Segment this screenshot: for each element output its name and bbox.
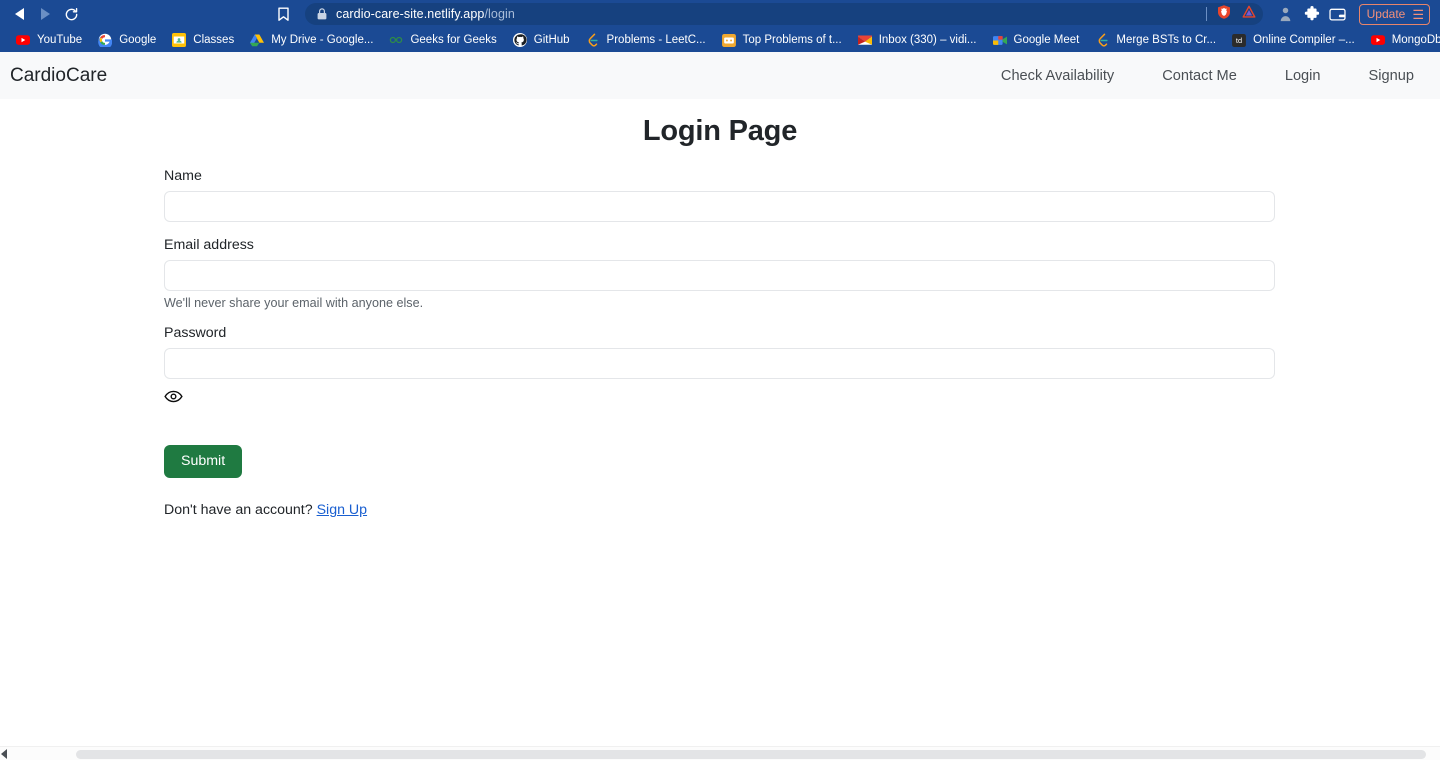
password-label: Password [164, 325, 227, 341]
browser-toolbar: cardio-care-site.netlify.app/login Updat… [0, 0, 1440, 28]
page-content: CardioCare Check Availability Contact Me… [0, 52, 1440, 760]
youtube-icon [1370, 33, 1385, 47]
url-domain: cardio-care-site.netlify.app [336, 7, 485, 21]
bookmark-label: My Drive - Google... [271, 34, 374, 46]
reload-button[interactable] [58, 2, 84, 26]
url-path: /login [484, 7, 515, 21]
leetcode-icon [586, 33, 600, 47]
bookmark-icon [277, 7, 289, 21]
signup-prompt: Don't have an account? Sign Up [164, 502, 1275, 518]
bookmark-label: Google Meet [1013, 34, 1080, 46]
email-label: Email address [164, 237, 254, 253]
leetcode-icon [1095, 33, 1109, 47]
bookmark-item[interactable]: YouTube [8, 30, 90, 50]
bookmark-label: Merge BSTs to Cr... [1116, 34, 1217, 46]
extensions-button[interactable] [1299, 2, 1325, 26]
url-bar[interactable]: cardio-care-site.netlify.app/login [305, 3, 1263, 25]
email-input[interactable] [164, 260, 1275, 291]
name-label: Name [164, 168, 202, 184]
url-text: cardio-care-site.netlify.app/login [336, 7, 515, 21]
submit-button[interactable]: Submit [164, 445, 243, 479]
bookmark-label: GitHub [533, 34, 570, 46]
bookmark-item[interactable]: Geeks for Geeks [381, 30, 504, 50]
update-button-label: Update [1366, 7, 1406, 21]
site-navbar: CardioCare Check Availability Contact Me… [0, 52, 1440, 99]
tutorialspoint-icon: td [1232, 33, 1247, 47]
name-field-group: Name [164, 168, 1275, 222]
bookmark-label: Online Compiler –... [1253, 34, 1355, 46]
geeksforgeeks-icon [389, 33, 403, 47]
brave-shields-lion-icon[interactable] [1216, 4, 1232, 25]
page-title: Login Page [642, 115, 798, 147]
forward-arrow-icon [40, 8, 50, 20]
bookmark-item[interactable]: Top Problems of t... [714, 30, 850, 50]
bookmark-item[interactable]: Google [90, 30, 164, 50]
youtube-icon [16, 33, 30, 47]
back-arrow-icon [14, 8, 24, 20]
horizontal-scrollbar[interactable] [0, 746, 1440, 760]
scroll-left-arrow-icon[interactable] [1, 749, 7, 759]
password-input[interactable] [164, 348, 1275, 379]
bookmark-label: Geeks for Geeks [410, 34, 497, 46]
urlbar-divider [1205, 7, 1207, 21]
name-input[interactable] [164, 191, 1275, 222]
horizontal-scrollbar-thumb[interactable] [76, 750, 1426, 759]
bookmark-item[interactable]: MongoDb Tutorial... [1363, 30, 1440, 50]
google-icon [98, 33, 113, 47]
toggle-password-visibility-button[interactable] [164, 388, 184, 404]
brave-wallet-icon [1329, 8, 1346, 20]
bookmark-item[interactable]: GitHub [505, 30, 578, 50]
bookmark-label: Problems - LeetC... [606, 34, 706, 46]
profile-avatar-button[interactable] [1273, 2, 1299, 26]
signup-link[interactable]: Sign Up [317, 502, 367, 518]
email-field-group: Email address We'll never share your ema… [164, 237, 1275, 310]
password-field-group: Password [164, 325, 1275, 404]
nav-link-contact-me[interactable]: Contact Me [1138, 60, 1261, 92]
signup-prompt-text: Don't have an account? [164, 502, 317, 519]
puzzle-piece-extensions-icon [1304, 6, 1319, 21]
bookmark-this-page-button[interactable] [270, 2, 296, 26]
google-meet-icon [992, 33, 1007, 47]
toolbar-actions: Update ☰ [1273, 2, 1434, 26]
login-form: Name Email address We'll never share you… [164, 148, 1275, 518]
bookmark-item[interactable]: My Drive - Google... [242, 30, 381, 50]
profile-avatar-icon [1280, 7, 1291, 22]
hamburger-menu-icon[interactable]: ☰ [1412, 8, 1424, 21]
reload-icon [65, 7, 77, 20]
bookmark-label: Classes [193, 34, 235, 46]
update-button[interactable]: Update ☰ [1358, 3, 1430, 25]
bookmark-label: Top Problems of t... [742, 34, 842, 46]
email-helper-text: We'll never share your email with anyone… [164, 296, 424, 310]
bookmark-label: YouTube [37, 34, 83, 46]
google-classroom-icon [172, 33, 187, 47]
bookmark-label: MongoDb Tutorial... [1391, 34, 1440, 46]
google-drive-icon [250, 33, 265, 47]
bookmark-item[interactable]: Problems - LeetC... [578, 30, 714, 50]
brave-wallet-button[interactable] [1325, 2, 1351, 26]
site-brand[interactable]: CardioCare [10, 65, 107, 87]
nav-link-signup[interactable]: Signup [1345, 60, 1424, 92]
bookmark-item[interactable]: Merge BSTs to Cr... [1087, 30, 1224, 50]
bookmark-label: Inbox (330) – vidi... [878, 34, 977, 46]
bookmark-item[interactable]: td Online Compiler –... [1224, 30, 1363, 50]
nav-link-check-availability[interactable]: Check Availability [977, 60, 1138, 92]
gmail-icon [857, 33, 872, 47]
nav-link-login[interactable]: Login [1261, 60, 1345, 92]
site-nav-links: Check Availability Contact Me Login Sign… [977, 60, 1424, 92]
bookmark-item[interactable]: Inbox (330) – vidi... [850, 30, 985, 50]
bookmark-item[interactable]: Classes [164, 30, 242, 50]
eye-icon [164, 390, 183, 402]
lock-icon [317, 8, 327, 20]
bookmark-label: Google [119, 34, 157, 46]
browser-chrome: cardio-care-site.netlify.app/login Updat… [0, 0, 1440, 52]
bookmarks-bar: YouTube Google Classes My Drive - Google… [0, 28, 1440, 52]
back-button[interactable] [6, 2, 32, 26]
svg-text:td: td [1236, 36, 1242, 45]
brave-leo-ai-icon[interactable] [1241, 4, 1257, 25]
generic-orange-icon [721, 33, 736, 47]
github-icon [512, 33, 527, 47]
url-bar-right-icons [1205, 3, 1257, 25]
bookmark-item[interactable]: Google Meet [985, 30, 1088, 50]
forward-button[interactable] [32, 2, 58, 26]
